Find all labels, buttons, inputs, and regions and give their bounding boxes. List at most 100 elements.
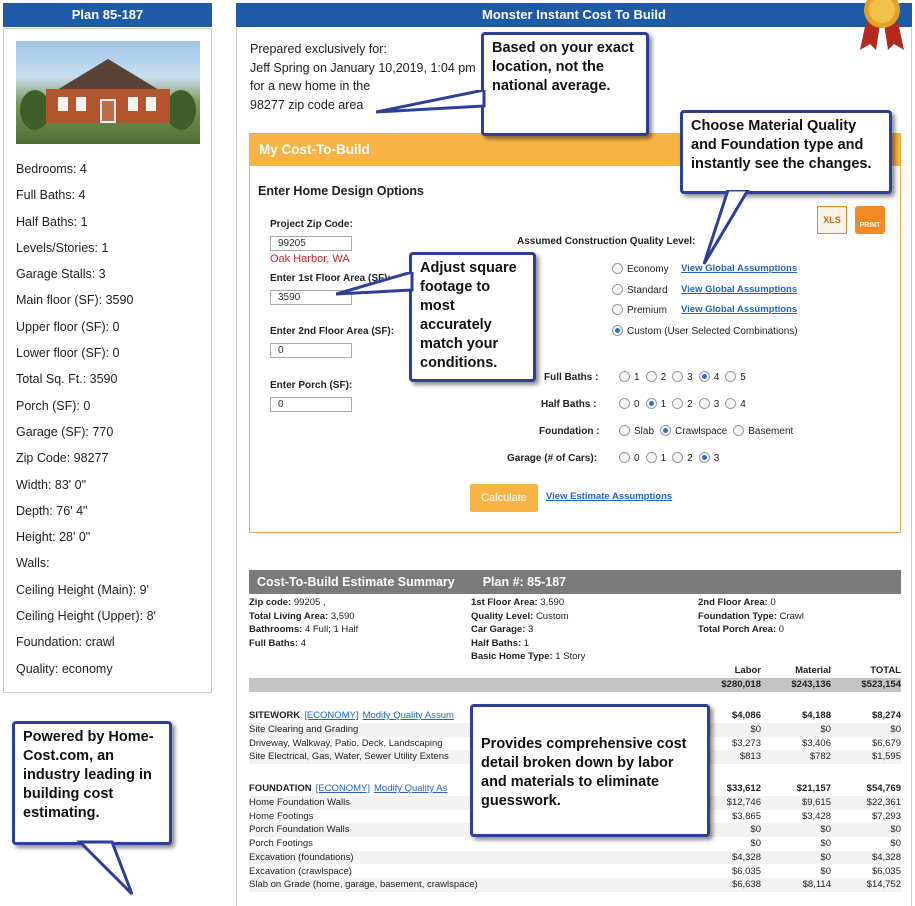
quality-option[interactable]: Custom (User Selected Combinations)	[612, 324, 798, 337]
full-baths-label: Full Baths :	[544, 372, 599, 383]
spec-item: Lower floor (SF): 0	[16, 346, 120, 361]
spec-item: Garage Stalls: 3	[16, 267, 106, 282]
summary-item: Car Garage: 3	[471, 624, 534, 636]
garage-option[interactable]: 2	[672, 452, 693, 464]
zip-label: Project Zip Code:	[270, 219, 353, 230]
spec-item: Upper floor (SF): 0	[16, 319, 120, 334]
cost-line-row: Excavation (foundations) $4,328 $0 $4,328	[249, 850, 901, 865]
half-baths-label: Half Baths :	[541, 399, 597, 410]
full-baths-option[interactable]: 4	[698, 371, 719, 383]
full-baths-option[interactable]: 5	[725, 371, 746, 383]
second-floor-label: Enter 2nd Floor Area (SF):	[270, 326, 395, 337]
foundation-option[interactable]: Crawlspace	[660, 425, 727, 437]
city-text: Oak Harbor, WA	[270, 253, 350, 265]
callout-detail: Provides comprehensive cost detail broke…	[470, 704, 710, 837]
full-baths-group: 12345	[619, 371, 752, 383]
spec-item: Ceiling Height (Main): 9'	[16, 582, 149, 597]
callout-location: Based on your exact location, not the na…	[481, 32, 649, 136]
calculate-button[interactable]: Calculate	[470, 484, 538, 512]
spec-item: Zip Code: 98277	[16, 451, 109, 466]
foundation-option[interactable]: Basement	[733, 425, 793, 437]
summary-item: Total Living Area: 3,590	[249, 610, 355, 622]
summary-header: Cost-To-Build Estimate Summary Plan #: 85…	[249, 570, 901, 594]
print-icon[interactable]: PRINT	[855, 206, 885, 234]
foundation-group: Slab Crawlspace Basement	[619, 425, 799, 437]
summary-item: Foundation Type: Crawl	[698, 610, 804, 622]
zip-input[interactable]: 99205	[270, 236, 352, 251]
summary-item: 2nd Floor Area: 0	[698, 597, 776, 608]
plan-title: Plan 85-187	[3, 3, 212, 27]
porch-label: Enter Porch (SF):	[270, 380, 353, 391]
spec-item: Height: 28' 0"	[16, 530, 91, 545]
foundation-option[interactable]: Slab	[619, 425, 654, 437]
quality-radio[interactable]	[612, 263, 623, 274]
summary-item: Bathrooms: 4 Full; 1 Half	[249, 624, 359, 636]
cost-line-row: Excavation (crawlspace) $6,035 $0 $6,035	[249, 865, 901, 877]
second-floor-input[interactable]: 0	[270, 343, 352, 358]
view-estimate-assumptions-link[interactable]: View Estimate Assumptions	[546, 491, 672, 502]
quality-radio[interactable]	[612, 324, 623, 336]
plan-specs-list: Bedrooms: 4 Full Baths: 4 Half Baths: 1 Lev…	[16, 156, 156, 682]
quality-radio[interactable]	[612, 283, 623, 295]
house-image[interactable]	[16, 41, 200, 144]
quality-label: Assumed Construction Quality Level:	[517, 236, 696, 247]
callout-material-pointer	[702, 190, 750, 265]
view-global-assumptions-link[interactable]: View Global Assumptions	[681, 304, 797, 315]
garage-group: 0123	[619, 452, 725, 464]
totals-row: $280,018 $243,136 $523,154	[249, 678, 901, 692]
summary-item: Full Baths: 4	[249, 637, 307, 649]
callout-powered-pointer	[76, 840, 134, 896]
foundation-label: Foundation :	[539, 426, 600, 437]
full-baths-option[interactable]: 3	[672, 371, 693, 383]
spec-item: Depth: 76' 4"	[16, 503, 88, 518]
page-title: Monster Instant Cost To Build	[236, 3, 912, 27]
spec-item: Levels/Stories: 1	[16, 240, 109, 255]
spec-item: Half Baths: 1	[16, 214, 88, 229]
cost-column-headers: Labor Material TOTAL	[734, 665, 901, 676]
section-title: Enter Home Design Options	[258, 184, 424, 198]
half-baths-option[interactable]: 4	[725, 398, 746, 410]
quality-option[interactable]: Economy View Global Assumptions	[612, 263, 797, 275]
spec-item: Main floor (SF): 3590	[16, 293, 134, 308]
spec-item: Full Baths: 4	[16, 188, 86, 203]
half-baths-option[interactable]: 1	[645, 398, 666, 410]
spec-item: Width: 83' 0"	[16, 477, 87, 492]
cost-line-row: Slab on Grade (home, garage, basement, c…	[249, 878, 901, 892]
half-baths-group: 01234	[619, 398, 752, 410]
summary-item: 1st Floor Area: 3,590	[471, 597, 565, 608]
half-baths-option[interactable]: 2	[672, 398, 693, 410]
view-global-assumptions-link[interactable]: View Global Assumptions	[681, 284, 797, 295]
summary-item: Total Porch Area: 0	[698, 624, 785, 636]
summary-col1: Zip code: 99205 , Total Living Area: 3,59…	[249, 596, 358, 650]
callout-sqft: Adjust square footage to most accurately…	[409, 252, 536, 382]
garage-option[interactable]: 3	[698, 452, 719, 464]
quality-option[interactable]: Standard View Global Assumptions	[612, 283, 797, 296]
callout-location-pointer	[376, 90, 486, 114]
cost-line-row: Porch Footings $0 $0 $0	[249, 838, 901, 850]
quality-radio[interactable]	[612, 304, 623, 316]
xls-export-icon[interactable]: XLS	[817, 206, 847, 234]
quality-option[interactable]: Premium View Global Assumptions	[612, 304, 797, 316]
spec-item: Ceiling Height (Upper): 8'	[16, 609, 156, 624]
callout-sqft-pointer	[336, 272, 414, 296]
spec-item: Porch (SF): 0	[16, 398, 91, 413]
porch-input[interactable]: 0	[270, 397, 352, 412]
spec-item: Foundation: crawl	[16, 635, 115, 650]
half-baths-option[interactable]: 3	[698, 398, 719, 410]
full-baths-option[interactable]: 2	[645, 371, 666, 383]
summary-col3: 2nd Floor Area: 0 Foundation Type: Crawl T…	[698, 596, 804, 637]
callout-material: Choose Material Quality and Foundation t…	[680, 110, 892, 194]
half-baths-option[interactable]: 0	[619, 398, 640, 410]
spec-item: Walls:	[16, 556, 50, 571]
summary-item: Basic Home Type: 1 Story	[471, 651, 586, 663]
spec-item: Bedrooms: 4	[16, 162, 87, 176]
summary-item: Half Baths: 1	[471, 637, 530, 649]
garage-option[interactable]: 1	[645, 452, 666, 464]
garage-label: Garage (# of Cars):	[507, 453, 598, 464]
spec-item: Total Sq. Ft.: 3590	[16, 372, 118, 387]
garage-option[interactable]: 0	[619, 452, 640, 464]
guarantee-ribbon-icon	[860, 0, 904, 50]
full-baths-option[interactable]: 1	[619, 371, 640, 383]
plan-details-panel: Bedrooms: 4 Full Baths: 4 Half Baths: 1 Lev…	[3, 28, 212, 693]
summary-item: Zip code: 99205 ,	[249, 597, 326, 608]
